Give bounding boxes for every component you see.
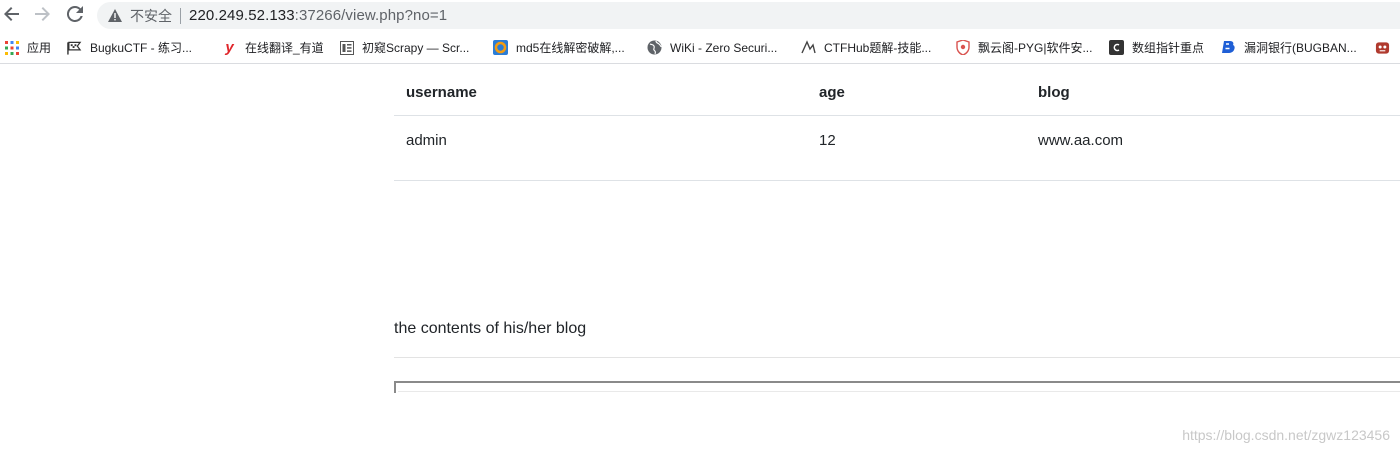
bookmark-label: WiKi - Zero Securi... bbox=[670, 40, 778, 55]
bookmark-label: CTFHub题解-技能... bbox=[824, 41, 932, 55]
bookmark-wiki[interactable]: WiKi - Zero Securi... bbox=[647, 39, 777, 56]
bookmark-label: 初窥Scrapy — Scr... bbox=[362, 41, 470, 55]
bookmark-md5[interactable]: md5在线解密破解,... bbox=[493, 39, 625, 56]
bookmark-bugkuctf[interactable]: BugkuCTF - 练习... bbox=[67, 39, 192, 56]
youdao-icon: y bbox=[225, 39, 234, 56]
url-path: :37266/view.php?no=1 bbox=[294, 7, 448, 24]
bookmark-apps[interactable]: 应用 bbox=[4, 39, 51, 56]
globe-icon bbox=[647, 40, 662, 55]
bookmark-label: BugkuCTF - 练习... bbox=[90, 41, 193, 55]
apps-grid-icon bbox=[4, 40, 19, 55]
bugbank-icon bbox=[1221, 40, 1236, 55]
bookmark-label: 飘云阁-PYG|软件安... bbox=[978, 41, 1093, 55]
horizontal-rule bbox=[394, 357, 1400, 358]
bookmark-label: 漏洞银行(BUGBAN... bbox=[1244, 41, 1357, 55]
shield-icon bbox=[955, 40, 970, 55]
blog-iframe[interactable] bbox=[394, 381, 1400, 393]
omnibox-separator bbox=[180, 7, 181, 24]
bookmark-label: 应用 bbox=[27, 41, 52, 55]
flag-icon bbox=[67, 40, 82, 55]
blog-contents-label: the contents of his/her blog bbox=[394, 320, 587, 337]
watermark: https://blog.csdn.net/zgwz123456 bbox=[1182, 427, 1390, 443]
ctfhub-icon bbox=[801, 40, 816, 55]
bookmark-label: 数组指针重点 bbox=[1132, 41, 1205, 55]
reload-icon bbox=[66, 5, 83, 27]
bookmark-scrapy[interactable]: 初窥Scrapy — Scr... bbox=[339, 39, 469, 56]
doc-page-icon bbox=[339, 40, 354, 55]
extension-icon bbox=[1375, 40, 1390, 55]
forward-button[interactable] bbox=[30, 4, 54, 28]
security-status[interactable]: 不安全 bbox=[130, 6, 172, 26]
bookmark-label: md5在线解密破解,... bbox=[516, 41, 625, 55]
warning-icon bbox=[108, 9, 122, 23]
cell-blog: www.aa.com bbox=[1038, 132, 1124, 149]
column-header-blog: blog bbox=[1038, 84, 1070, 101]
bookmark-ctfhub[interactable]: CTFHub题解-技能... bbox=[801, 39, 931, 56]
browser-toolbar: 不安全 220.249.52.133:37266/view.php?no=1 bbox=[0, 0, 1400, 32]
bookmark-extension[interactable] bbox=[1375, 39, 1398, 56]
arrow-left-icon bbox=[4, 6, 20, 27]
bookmark-array-pointer[interactable]: 数组指针重点 bbox=[1109, 39, 1204, 56]
bookmarks-bar: 应用 BugkuCTF - 练习... y 在线翻译_有道 初窥Scrapy —… bbox=[0, 32, 1400, 64]
bookmark-label: 在线翻译_有道 bbox=[245, 41, 324, 55]
column-header-username: username bbox=[406, 84, 477, 101]
url-host: 220.249.52.133 bbox=[189, 7, 295, 24]
cell-age: 12 bbox=[819, 132, 836, 149]
bookmark-youdao[interactable]: y 在线翻译_有道 bbox=[222, 39, 324, 56]
table-header-divider bbox=[394, 115, 1400, 116]
address-bar[interactable]: 不安全 220.249.52.133:37266/view.php?no=1 bbox=[97, 2, 1400, 29]
bookmark-pyg[interactable]: 飘云阁-PYG|软件安... bbox=[955, 39, 1092, 56]
iframe-inner-edge bbox=[398, 391, 1400, 392]
reload-button[interactable] bbox=[63, 4, 87, 28]
cell-username: admin bbox=[406, 132, 447, 149]
table-row-divider bbox=[394, 180, 1400, 181]
arrow-right-icon bbox=[34, 6, 50, 27]
url-text[interactable]: 220.249.52.133:37266/view.php?no=1 bbox=[189, 7, 447, 24]
column-header-age: age bbox=[819, 84, 845, 101]
md5-icon bbox=[493, 40, 508, 55]
csdn-icon bbox=[1109, 40, 1124, 55]
back-button[interactable] bbox=[0, 4, 24, 28]
bookmark-bugbank[interactable]: 漏洞银行(BUGBAN... bbox=[1221, 39, 1357, 56]
